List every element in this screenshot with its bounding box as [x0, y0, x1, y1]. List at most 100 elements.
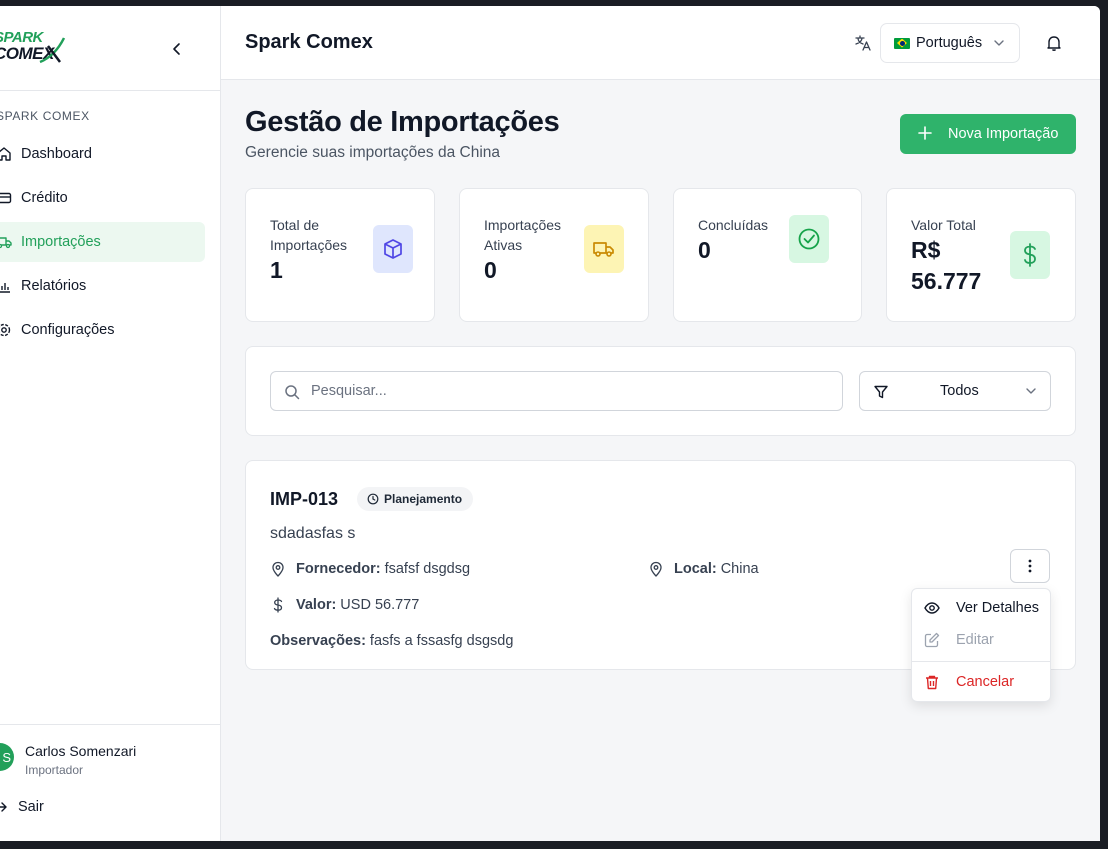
sidebar-item-importacoes[interactable]: Importações: [0, 222, 205, 262]
brazil-flag-icon: [894, 37, 910, 49]
stat-label: Concluídas: [698, 217, 769, 233]
value-row: Valor: USD 56.777: [270, 597, 419, 613]
stat-label: Total de Importações: [270, 217, 348, 253]
stat-icon-bg: [373, 225, 413, 273]
value-label: Valor:: [296, 597, 337, 613]
notes-value: fasfs a fssasfg dsgsdg: [369, 633, 514, 649]
chevron-down-icon: [1026, 388, 1036, 394]
more-actions-button[interactable]: [1010, 549, 1050, 583]
search-card: Todos: [245, 346, 1076, 436]
menu-item-label: Editar: [956, 632, 994, 648]
search-field[interactable]: [270, 371, 843, 411]
import-code: IMP-013: [270, 489, 339, 509]
header-title: Spark Comex: [245, 31, 373, 53]
import-description: sdadasfas s: [270, 525, 356, 542]
dollar-icon: [273, 597, 283, 613]
stat-card-active: Importações Ativas 0: [459, 188, 649, 322]
gear-icon: [0, 323, 11, 337]
sidebar-item-dashboard[interactable]: Dashboard: [0, 134, 205, 174]
supplier-label: Fornecedor:: [296, 561, 381, 577]
box-icon: [384, 239, 402, 259]
filter-icon: [874, 385, 888, 399]
credit-card-icon: [0, 192, 12, 204]
avatar[interactable]: S: [0, 743, 14, 771]
stat-card-total-value: Valor Total R$ 56.777: [886, 188, 1076, 322]
page-subtitle: Gerencie suas importações da China: [245, 144, 501, 161]
language-select[interactable]: Português: [880, 23, 1020, 63]
sidebar-item-label: Relatórios: [21, 278, 87, 294]
sidebar-section-title: SPARK COMEX: [0, 109, 90, 123]
sidebar-item-credito[interactable]: Crédito: [0, 178, 205, 218]
status-badge-label: Planejamento: [384, 492, 463, 506]
check-circle-icon: [798, 228, 820, 250]
new-import-label: Nova Importação: [948, 126, 1059, 142]
clock-icon: [367, 493, 379, 505]
sidebar-item-configuracoes[interactable]: Configurações: [0, 310, 205, 350]
more-vertical-icon: [1028, 559, 1032, 573]
stat-icon-bg: [1010, 231, 1050, 279]
chevron-left-icon: [173, 43, 180, 55]
stat-card-completed: Concluídas 0: [673, 188, 862, 322]
collapse-sidebar-button[interactable]: [166, 38, 188, 60]
sidebar: SPARK COMEX SPARK COMEX Dashboard: [0, 6, 221, 841]
stat-value: R$ 56.777: [911, 237, 982, 294]
notes-label: Observações:: [270, 633, 366, 649]
logo-swoosh-icon: [39, 37, 66, 64]
app-window: SPARK COMEX SPARK COMEX Dashboard: [0, 6, 1100, 841]
value-value: USD 56.777: [340, 597, 420, 613]
trash-icon: [926, 675, 938, 690]
eye-icon: [924, 602, 940, 614]
stat-card-total: Total de Importações 1: [245, 188, 435, 322]
bar-chart-icon: [0, 283, 10, 293]
menu-item-cancel[interactable]: Cancelar: [912, 667, 1050, 697]
status-filter-select[interactable]: Todos: [859, 371, 1051, 411]
location-value: China: [720, 561, 759, 577]
search-icon: [285, 385, 300, 400]
translate-icon[interactable]: [854, 34, 872, 52]
notes-row: Observações: fasfs a fssasfg dsgsdg: [270, 633, 513, 649]
status-badge: Planejamento: [357, 487, 474, 511]
menu-item-label: Ver Detalhes: [956, 600, 1040, 616]
language-value: Português: [916, 35, 983, 51]
stat-value: 1: [270, 257, 283, 283]
truck-icon: [593, 242, 614, 257]
user-block: S Carlos Somenzari Importador Sair: [0, 724, 221, 841]
dollar-icon: [1024, 243, 1036, 267]
sidebar-nav: Dashboard Crédito Importações Relatórios…: [0, 134, 221, 354]
brand-logo[interactable]: SPARK COMEX: [0, 30, 74, 66]
stat-label: Importações Ativas: [484, 217, 562, 253]
menu-item-label: Cancelar: [956, 674, 1015, 690]
map-pin-icon: [650, 561, 662, 577]
user-role: Importador: [25, 763, 84, 777]
logout-label: Sair: [18, 799, 44, 815]
sidebar-item-label: Importações: [21, 234, 101, 250]
stat-icon-bg: [584, 225, 624, 273]
location-label: Local:: [674, 561, 717, 577]
menu-item-edit[interactable]: Editar: [912, 625, 1050, 655]
location-row: Local: China: [648, 561, 759, 577]
bell-icon[interactable]: [1045, 34, 1063, 52]
stat-icon-bg: [789, 215, 829, 263]
stat-value: 0: [698, 237, 711, 263]
supplier-value: fsafsf dsgdsg: [384, 561, 471, 577]
sidebar-item-label: Crédito: [21, 190, 68, 206]
logo-row: SPARK COMEX: [0, 6, 221, 91]
actions-menu: Ver Detalhes Editar Cancelar: [911, 588, 1051, 702]
sidebar-item-relatorios[interactable]: Relatórios: [0, 266, 205, 306]
user-name: Carlos Somenzari: [25, 743, 137, 759]
new-import-button[interactable]: Nova Importação: [900, 114, 1076, 154]
plus-icon: [918, 126, 932, 140]
sidebar-item-label: Dashboard: [21, 146, 92, 162]
logo-top-text: SPARK: [0, 29, 43, 46]
search-input[interactable]: [311, 372, 831, 410]
logout-button[interactable]: Sair: [0, 799, 44, 815]
menu-item-view-details[interactable]: Ver Detalhes: [912, 593, 1050, 623]
stat-label: Valor Total: [911, 217, 976, 233]
supplier-row: Fornecedor: fsafsf dsgdsg: [270, 561, 470, 577]
chevron-down-icon: [994, 40, 1004, 46]
arrow-right-icon: [0, 802, 7, 812]
sidebar-item-label: Configurações: [21, 322, 115, 338]
home-icon: [0, 147, 11, 161]
menu-divider: [912, 661, 1050, 662]
stat-value: 0: [484, 257, 497, 283]
